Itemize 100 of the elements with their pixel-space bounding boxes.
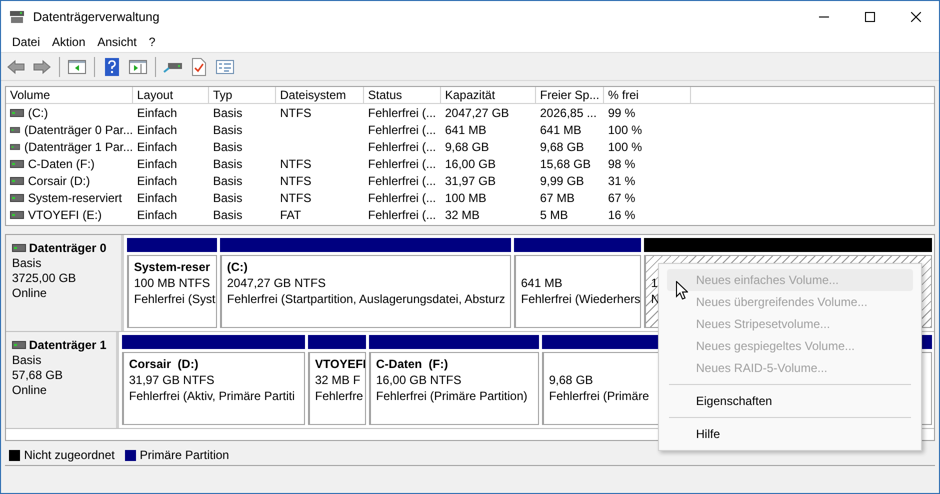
- table-cell: System-reserviert: [28, 190, 122, 204]
- partition-status: Fehlerfrei (Wiederhers: [521, 292, 640, 306]
- partition-size: 641 MB: [521, 276, 562, 290]
- table-cell: Basis: [213, 208, 242, 222]
- column-header[interactable]: Kapazität: [441, 87, 536, 104]
- table-cell: Basis: [213, 156, 242, 170]
- table-cell: 100 %: [608, 140, 642, 154]
- close-icon: [911, 12, 921, 22]
- legend-label: Nicht zugeordnet: [24, 448, 115, 462]
- table-cell: NTFS: [280, 106, 312, 120]
- table-cell: NTFS: [280, 190, 312, 204]
- partition-block[interactable]: C-Daten (F:) 16,00 GB NTFS Fehlerfrei (Primäre Partition): [369, 352, 539, 425]
- table-cell: NTFS: [280, 174, 312, 188]
- table-cell: Einfach: [137, 140, 178, 154]
- table-cell: 31 %: [608, 174, 636, 188]
- table-cell: 15,68 GB: [540, 156, 591, 170]
- window-title: Datenträgerverwaltung: [33, 10, 160, 24]
- partition-block[interactable]: VTOYEFI 32 MB F Fehlerfre: [308, 352, 366, 425]
- disk-name: Datenträger 1: [29, 338, 106, 352]
- disk-management-icon: [9, 10, 25, 24]
- table-cell: 16,00 GB: [445, 156, 496, 170]
- partition-status: Fehlerfrei (Primäre Partition): [376, 389, 528, 403]
- table-cell: Einfach: [137, 156, 178, 170]
- table-cell: (C:): [28, 106, 48, 120]
- table-cell: 2047,27 GB: [445, 106, 510, 120]
- table-cell: 641 MB: [445, 122, 486, 136]
- disk-name: Datenträger 0: [29, 241, 106, 255]
- table-cell: 100 %: [608, 122, 642, 136]
- column-header[interactable]: Freier Sp...: [536, 87, 604, 104]
- partition-status: Fehlerfrei (Startpartition, Auslagerungsdatei, Absturz: [227, 292, 506, 306]
- mouse-cursor-icon: [676, 281, 688, 300]
- table-cell: 100 MB: [445, 190, 486, 204]
- partition-name: VTOYEFI: [315, 357, 365, 371]
- partition-size: 32 MB F: [315, 373, 360, 387]
- partition-block[interactable]: (C:) 2047,27 GB NTFS Fehlerfrei (Startpartition, Auslagerungsdatei, Absturz: [220, 255, 511, 328]
- column-header[interactable]: Typ: [209, 87, 276, 104]
- drive-icon: [10, 160, 24, 168]
- partition-size: 31,97 GB NTFS: [129, 373, 214, 387]
- table-cell: 5 MB: [540, 208, 568, 222]
- disk-status: Online: [12, 383, 48, 397]
- table-cell: Einfach: [137, 106, 178, 120]
- table-cell: Basis: [213, 106, 242, 120]
- partition-size: 100 MB NTFS: [134, 276, 210, 290]
- partition-size: 16,00 GB NTFS: [376, 373, 462, 387]
- disk-size: 3725,00 GB: [12, 271, 78, 285]
- menu-item[interactable]: Aktion: [46, 33, 92, 51]
- table-cell: Einfach: [137, 208, 178, 222]
- table-cell: C-Daten (F:): [28, 156, 95, 170]
- table-cell: Corsair (D:): [28, 174, 90, 188]
- partition-name: System-reser: [134, 260, 210, 274]
- context-menu-item[interactable]: Eigenschaften: [667, 390, 913, 412]
- column-header[interactable]: % frei: [604, 87, 691, 104]
- table-cell: 2026,85 ...: [540, 106, 597, 120]
- legend-label: Primäre Partition: [140, 448, 230, 462]
- disk-type: Basis: [12, 256, 42, 270]
- table-cell: (Datenträger 1 Par...: [24, 140, 133, 154]
- partition-status: Fehlerfrei (Aktiv, Primäre Partiti: [129, 389, 295, 403]
- table-cell: 9,68 GB: [445, 140, 490, 154]
- disk-type: Basis: [12, 353, 42, 367]
- table-cell: Fehlerfrei (...: [368, 106, 436, 120]
- table-cell: VTOYEFI (E:): [28, 208, 102, 222]
- drive-icon: [12, 341, 26, 349]
- drive-icon: [10, 194, 24, 202]
- table-cell: Fehlerfrei (...: [368, 174, 436, 188]
- partition-status: Fehlerfre: [315, 389, 364, 403]
- table-cell: 9,99 GB: [540, 174, 584, 188]
- table-cell: Fehlerfrei (...: [368, 156, 436, 170]
- table-cell: 32 MB: [445, 208, 480, 222]
- column-header[interactable]: Dateisystem: [276, 87, 364, 104]
- context-menu-item[interactable]: Hilfe: [667, 423, 913, 445]
- table-cell: 641 MB: [540, 122, 582, 136]
- drive-icon: [10, 108, 24, 116]
- partition-size: 2047,27 GB NTFS: [227, 276, 326, 290]
- partition-block[interactable]: System-reser 100 MB NTFS Fehlerfrei (Syst: [127, 255, 217, 328]
- drive-icon: [12, 244, 26, 252]
- table-cell: Einfach: [137, 190, 178, 204]
- table-cell: NTFS: [280, 156, 312, 170]
- column-header[interactable]: Status: [364, 87, 441, 104]
- table-cell: Einfach: [137, 174, 178, 188]
- column-header[interactable]: Layout: [133, 87, 209, 104]
- disk-status: Online: [12, 286, 48, 300]
- menu-item[interactable]: ?: [142, 33, 162, 51]
- table-cell: 9,68 GB: [540, 140, 584, 154]
- table-cell: 98 %: [608, 156, 636, 170]
- table-cell: Fehlerfrei (...: [368, 122, 436, 136]
- menu-item[interactable]: Datei: [6, 33, 46, 51]
- partition-block[interactable]: Corsair (D:) 31,97 GB NTFS Fehlerfrei (Aktiv, Primäre Partiti: [122, 352, 305, 425]
- table-cell: Fehlerfrei (...: [368, 190, 436, 204]
- table-cell: Basis: [213, 122, 242, 136]
- partition-size: 1: [651, 276, 658, 290]
- partition-size: 9,68 GB: [549, 373, 594, 387]
- partition-block[interactable]: 641 MB Fehlerfrei (Wiederhers: [514, 255, 641, 328]
- partition-bar: [308, 335, 366, 349]
- disk-size: 57,68 GB: [12, 368, 64, 382]
- table-cell: Basis: [213, 140, 242, 154]
- table-cell: Fehlerfrei (...: [368, 140, 436, 154]
- table-cell: Basis: [213, 190, 242, 204]
- table-cell: 31,97 GB: [445, 174, 496, 188]
- menu-item[interactable]: Ansicht: [91, 33, 143, 51]
- column-header[interactable]: Volume: [6, 87, 133, 104]
